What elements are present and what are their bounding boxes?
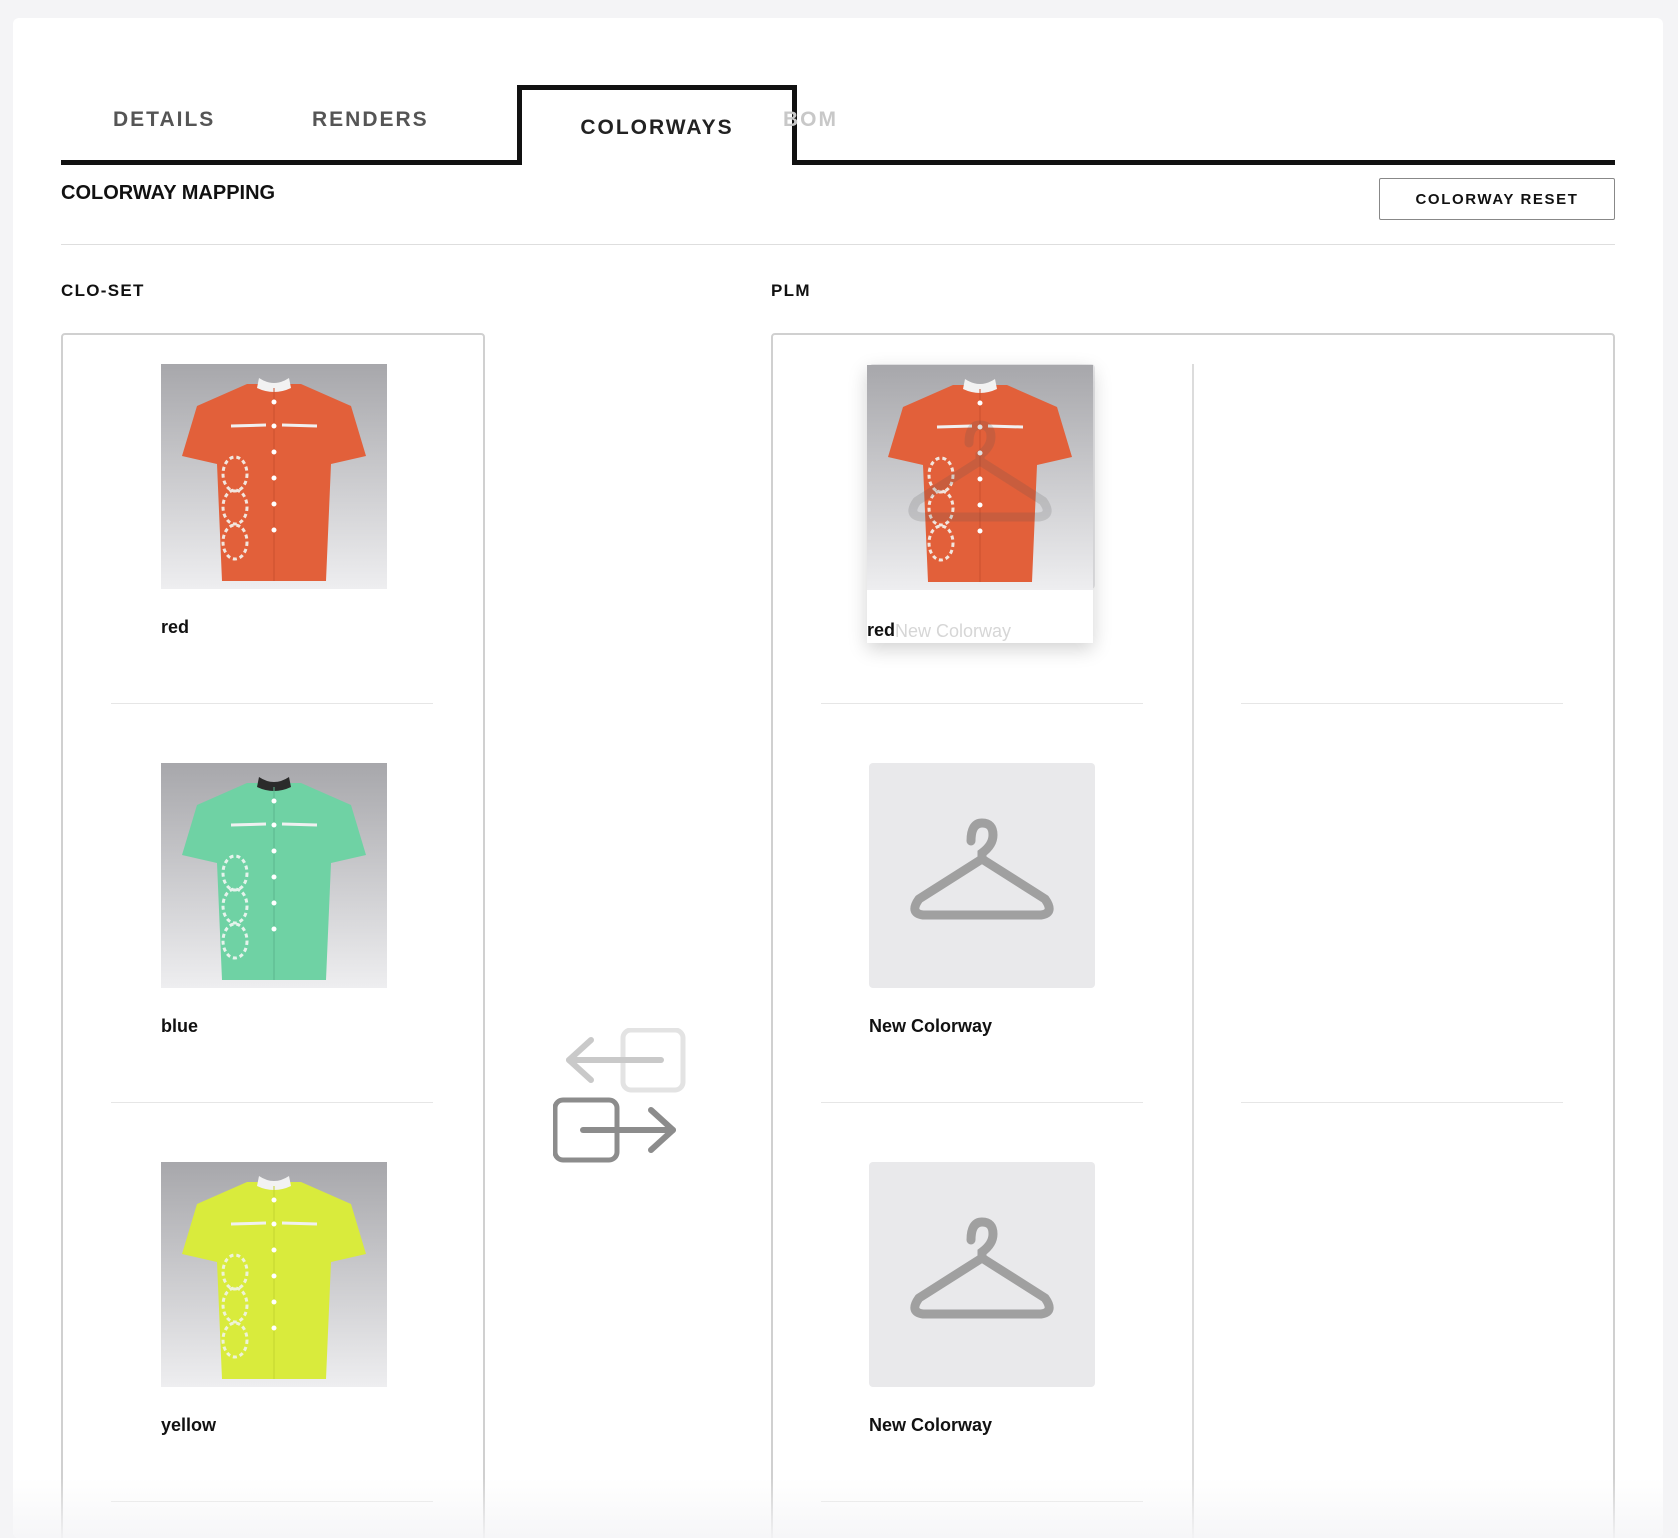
shirt-thumbnail	[161, 364, 387, 589]
hanger-icon	[910, 1217, 1054, 1319]
colorway-name: blue	[161, 1016, 199, 1036]
hanger-placeholder	[869, 763, 1095, 988]
tab-colorways[interactable]: COLORWAYS	[517, 85, 797, 165]
item-separator	[111, 703, 433, 704]
item-separator	[1241, 703, 1563, 704]
colorway-name: yellow	[161, 1415, 217, 1435]
tab-underline-right	[774, 160, 1615, 165]
colorway-name: New Colorway	[869, 1016, 993, 1036]
colorway-reset-button[interactable]: COLORWAY RESET	[1379, 178, 1615, 220]
tab-underline-left	[61, 160, 521, 165]
tab-details[interactable]: DETAILS	[113, 108, 215, 132]
plm-colorway-item[interactable]: New Colorway	[869, 1162, 1095, 1436]
tab-renders[interactable]: RENDERS	[312, 108, 429, 132]
section-title: COLORWAY MAPPING	[61, 182, 276, 204]
plm-colorway-item[interactable]: New Colorway	[869, 763, 1095, 1037]
colorway-name: red	[161, 617, 190, 637]
section-divider	[61, 244, 1615, 245]
item-separator	[821, 703, 1143, 704]
clo-colorway-item[interactable]: yellow	[161, 1162, 387, 1436]
clo-colorway-item[interactable]: red	[161, 364, 387, 638]
tab-bar: DETAILS RENDERS COLORWAYS BOM	[61, 66, 1615, 166]
clo-set-panel[interactable]: red blue yellow	[61, 333, 485, 1538]
underlying-slot-name: New Colorway	[895, 621, 1012, 641]
hanger-placeholder	[869, 1162, 1095, 1387]
bottom-fade	[13, 1478, 1663, 1538]
plm-column-divider	[1192, 364, 1194, 1538]
clo-colorway-item[interactable]: blue	[161, 763, 387, 1037]
colorway-name: New Colorway	[869, 1415, 993, 1435]
tab-bom: BOM	[783, 108, 838, 131]
hanger-icon	[910, 818, 1054, 920]
dragging-colorway-card[interactable]: red New Colorway	[867, 365, 1093, 643]
item-separator	[111, 1102, 433, 1103]
swap-arrows-icon[interactable]	[552, 1027, 693, 1178]
item-separator	[821, 1102, 1143, 1103]
plm-label: PLM	[771, 281, 811, 300]
clo-set-label: CLO-SET	[61, 281, 145, 300]
dragging-colorway-name: red	[867, 620, 896, 640]
colorway-card: DETAILS RENDERS COLORWAYS BOM COLORWAY M…	[13, 18, 1663, 1538]
item-separator	[1241, 1102, 1563, 1103]
shirt-thumbnail	[867, 365, 1093, 590]
shirt-thumbnail	[161, 1162, 387, 1387]
shirt-thumbnail	[161, 763, 387, 988]
